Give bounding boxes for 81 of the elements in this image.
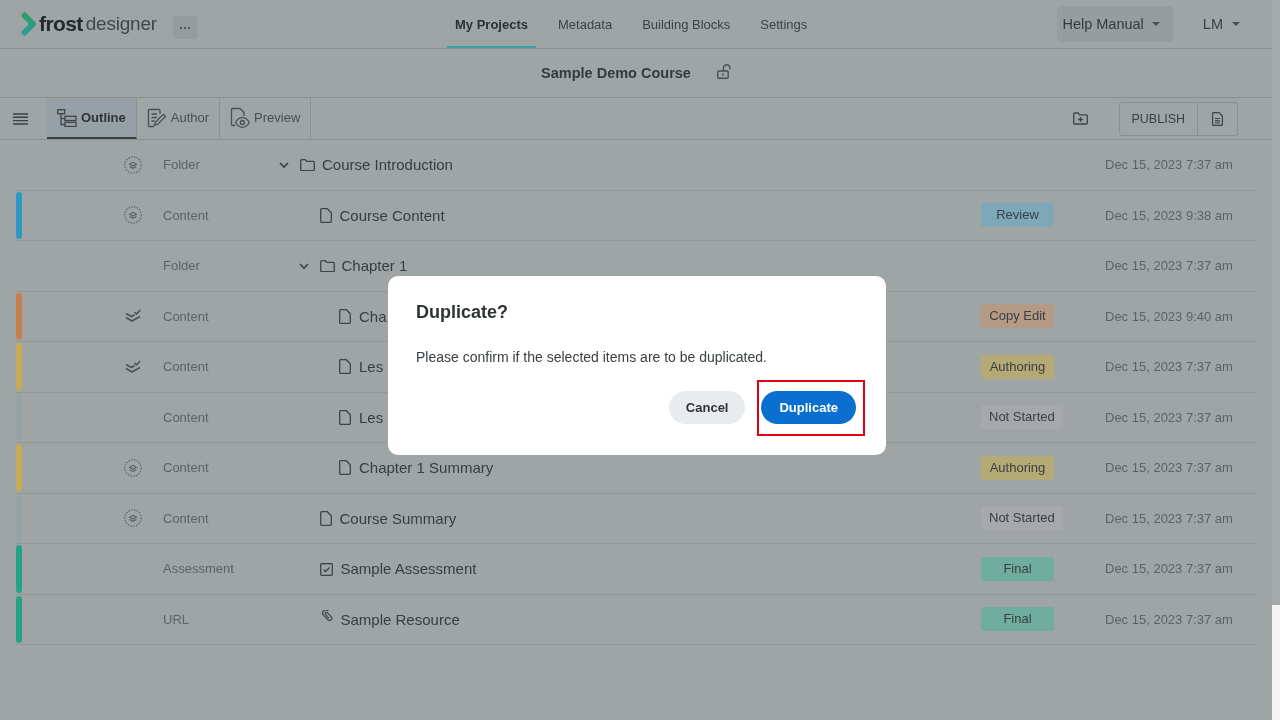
- item-type: Folder: [163, 258, 200, 274]
- publish-button[interactable]: PUBLISH: [1118, 101, 1198, 136]
- item-title[interactable]: Sample Assessment: [340, 560, 477, 578]
- nav-tab[interactable]: Metadata: [550, 0, 621, 48]
- status-badge: Final: [981, 556, 1054, 581]
- item-title[interactable]: Chapter 1 Summary: [359, 459, 494, 477]
- item-title[interactable]: Course Content: [339, 206, 445, 224]
- modified-date: Dec 15, 2023 7:37 am: [1105, 611, 1233, 627]
- item-type: Content: [163, 409, 209, 425]
- item-type: Content: [163, 510, 209, 526]
- file-icon: [339, 308, 351, 324]
- item-type: Content: [163, 359, 209, 375]
- status-badge: Copy Edit: [981, 304, 1054, 329]
- view-tab[interactable]: Preview: [220, 98, 312, 139]
- nav-tab[interactable]: My Projects: [447, 0, 536, 48]
- file-icon: [339, 409, 351, 425]
- status-badge: Not Started: [981, 506, 1063, 531]
- course-title: Sample Demo Course: [541, 65, 691, 81]
- unlock-icon[interactable]: [716, 64, 731, 79]
- dialog-button[interactable]: Duplicate: [761, 391, 856, 424]
- item-title[interactable]: Les: [359, 408, 384, 426]
- modified-date: Dec 15, 2023 9:38 am: [1105, 207, 1233, 223]
- document-button[interactable]: [1198, 101, 1238, 136]
- item-title[interactable]: Cha: [359, 307, 387, 325]
- product-name: designer: [85, 12, 157, 36]
- file-icon: [339, 359, 351, 375]
- edit-document-icon: [146, 107, 167, 128]
- chevron-down-icon[interactable]: [279, 159, 289, 170]
- modified-date: Dec 15, 2023 7:37 am: [1105, 409, 1233, 425]
- file-icon: [319, 207, 332, 223]
- modified-date: Dec 15, 2023 7:37 am: [1105, 510, 1233, 526]
- item-title[interactable]: Les: [359, 358, 384, 376]
- paperclip-icon: [320, 610, 333, 623]
- folder-plus-icon: [1072, 112, 1088, 125]
- file-icon: [319, 510, 332, 526]
- item-type: URL: [163, 611, 189, 627]
- modified-date: Dec 15, 2023 7:37 am: [1105, 157, 1233, 173]
- modified-date: Dec 15, 2023 7:37 am: [1105, 460, 1233, 476]
- view-tab[interactable]: Author: [136, 98, 221, 139]
- caret-icon: [1151, 22, 1160, 26]
- scrollbar-thumb[interactable]: [1272, 0, 1280, 605]
- item-title[interactable]: Course Summary: [339, 509, 457, 527]
- chevron-logo-icon: [21, 12, 37, 36]
- item-type: Folder: [163, 157, 200, 173]
- folder-icon: [319, 259, 335, 272]
- item-title[interactable]: Sample Resource: [340, 610, 460, 628]
- brand-name: frost: [39, 11, 83, 37]
- status-badge: Review: [981, 203, 1054, 228]
- file-icon: [339, 460, 351, 476]
- status-badge: Authoring: [981, 354, 1054, 379]
- status-badge: Authoring: [981, 455, 1054, 480]
- item-type: Assessment: [163, 561, 234, 577]
- more-icon: [179, 26, 190, 29]
- status-badge: Not Started: [981, 405, 1063, 430]
- menu-icon: [13, 112, 28, 125]
- checkbox-icon: [319, 561, 333, 576]
- dialog-title: Duplicate?: [416, 301, 508, 324]
- item-type: Content: [163, 207, 209, 223]
- modified-date: Dec 15, 2023 7:37 am: [1105, 258, 1233, 274]
- modified-date: Dec 15, 2023 7:37 am: [1105, 561, 1233, 577]
- item-type: Content: [163, 308, 209, 324]
- modified-date: Dec 15, 2023 9:40 am: [1105, 308, 1233, 324]
- user-menu-button[interactable]: LM: [1202, 16, 1240, 32]
- status-badge: Final: [981, 607, 1054, 632]
- view-tab[interactable]: Outline: [47, 98, 137, 139]
- dialog-message: Please confirm if the selected items are to be duplicated.: [416, 348, 767, 366]
- nav-tab[interactable]: Building Blocks: [634, 0, 739, 48]
- item-title[interactable]: Course Introduction: [322, 156, 453, 174]
- chevron-down-icon[interactable]: [298, 260, 309, 271]
- nav-tab[interactable]: Settings: [752, 0, 816, 48]
- item-type: Content: [163, 460, 209, 476]
- dialog-button[interactable]: Cancel: [668, 391, 746, 424]
- tree-icon: [57, 108, 77, 127]
- item-title[interactable]: Chapter 1: [341, 257, 408, 275]
- caret-icon: [1232, 22, 1240, 26]
- preview-document-icon: [230, 107, 251, 128]
- help-menu-button[interactable]: Help Manual: [1057, 6, 1173, 42]
- folder-icon: [300, 158, 315, 171]
- modified-date: Dec 15, 2023 7:37 am: [1105, 359, 1233, 375]
- scrollbar-track[interactable]: [1272, 0, 1280, 720]
- document-icon: [1212, 111, 1223, 126]
